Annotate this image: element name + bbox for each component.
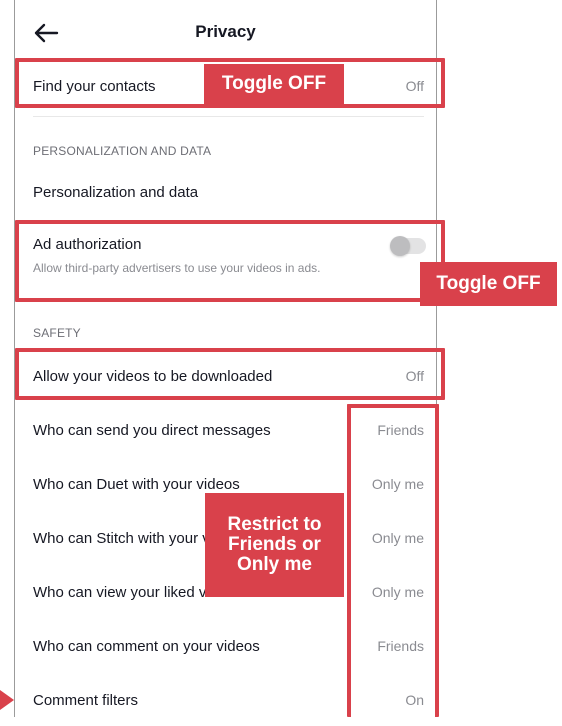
page-title: Privacy — [195, 22, 256, 41]
divider — [33, 116, 424, 117]
annotation-restrict: Restrict to Friends or Only me — [205, 493, 344, 597]
direct-messages-label: Who can send you direct messages — [33, 421, 271, 439]
highlight-downloads — [15, 348, 445, 400]
highlight-restricted-values — [347, 404, 439, 717]
personalization-row[interactable]: Personalization and data — [15, 166, 436, 218]
highlight-ad-authorization — [15, 220, 445, 302]
section-personalization: PERSONALIZATION AND DATA — [33, 144, 212, 158]
comment-label: Who can comment on your videos — [33, 637, 260, 655]
red-arrow-icon — [0, 686, 14, 714]
annotation-toggle-off-2: Toggle OFF — [420, 262, 557, 306]
annotation-toggle-off-1: Toggle OFF — [204, 64, 344, 104]
personalization-label: Personalization and data — [33, 183, 199, 201]
duet-label: Who can Duet with your videos — [33, 475, 240, 493]
restrict-line-3: Only me — [237, 554, 312, 575]
section-safety: SAFETY — [33, 326, 81, 340]
header: Privacy — [15, 0, 436, 64]
comment-filters-label: Comment filters — [33, 691, 139, 709]
restrict-line-2: Friends or — [228, 534, 321, 555]
restrict-line-1: Restrict to — [227, 514, 322, 535]
